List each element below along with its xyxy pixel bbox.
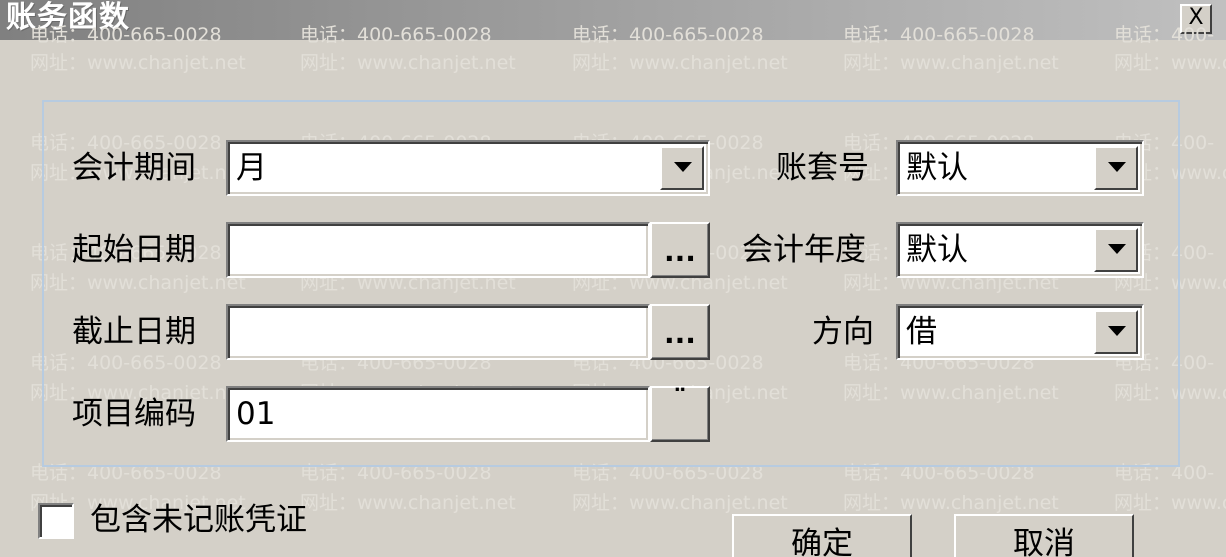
watermark-site: 网址：www.chanjet.net xyxy=(300,52,516,74)
window-title: 账务函数 xyxy=(6,0,130,35)
include-unposted-checkbox[interactable] xyxy=(38,503,74,539)
close-button[interactable]: X xyxy=(1180,4,1212,34)
fiscal-year-value: 默认 xyxy=(906,232,968,268)
include-unposted-label[interactable]: 包含未记账凭证 xyxy=(90,500,307,540)
accounting-period-value: 月 xyxy=(236,150,267,186)
item-code-input[interactable]: 01 xyxy=(226,386,650,442)
watermark-site: 网址：www.chanjet.net xyxy=(572,492,788,514)
watermark-site: 网址：www.chanjet.net xyxy=(30,52,246,74)
chevron-down-icon xyxy=(674,162,692,172)
account-set-dropdown-button[interactable] xyxy=(1094,146,1138,190)
accounting-period-dropdown-button[interactable] xyxy=(660,146,704,190)
chevron-down-icon xyxy=(1108,162,1126,172)
title-bar: 账务函数 X xyxy=(0,0,1226,40)
fiscal-year-dropdown-button[interactable] xyxy=(1094,228,1138,272)
item-code-label: 项目编码 xyxy=(72,396,196,432)
end-date-input[interactable] xyxy=(226,304,650,360)
fiscal-year-select[interactable]: 默认 xyxy=(896,222,1144,278)
accounting-period-label: 会计期间 xyxy=(72,150,196,186)
start-date-label: 起始日期 xyxy=(72,232,196,268)
direction-select[interactable]: 借 xyxy=(896,304,1144,360)
watermark-site: 网址：www.chanjet.net xyxy=(300,492,516,514)
watermark-site: 网址：www.chanjet.net xyxy=(843,492,1059,514)
end-date-label: 截止日期 xyxy=(72,314,196,350)
cancel-button[interactable]: 取消 xyxy=(954,514,1134,557)
direction-dropdown-button[interactable] xyxy=(1094,310,1138,354)
watermark-site: 网址：www.c xyxy=(1114,492,1226,514)
direction-label: 方向 xyxy=(812,314,874,350)
watermark-site: 网址：www.chanjet.net xyxy=(572,52,788,74)
account-set-select[interactable]: 默认 xyxy=(896,140,1144,196)
start-date-input[interactable] xyxy=(226,222,650,278)
direction-value: 借 xyxy=(906,314,937,350)
fiscal-year-label: 会计年度 xyxy=(742,232,866,268)
watermark-site: 网址：www.c xyxy=(1114,52,1226,74)
ok-button[interactable]: 确定 xyxy=(732,514,912,557)
account-set-value: 默认 xyxy=(906,150,968,186)
chevron-down-icon xyxy=(1108,244,1126,254)
accounting-period-select[interactable]: 月 xyxy=(226,140,710,196)
close-icon: X xyxy=(1188,5,1204,30)
end-date-browse-button[interactable]: ... xyxy=(650,304,710,360)
account-set-label: 账套号 xyxy=(776,150,869,186)
chevron-down-icon xyxy=(1108,326,1126,336)
watermark-site: 网址：www.chanjet.net xyxy=(843,52,1059,74)
item-code-browse-button[interactable]: ¨ xyxy=(650,386,710,442)
start-date-browse-button[interactable]: ... xyxy=(650,222,710,278)
item-code-value: 01 xyxy=(236,396,276,432)
